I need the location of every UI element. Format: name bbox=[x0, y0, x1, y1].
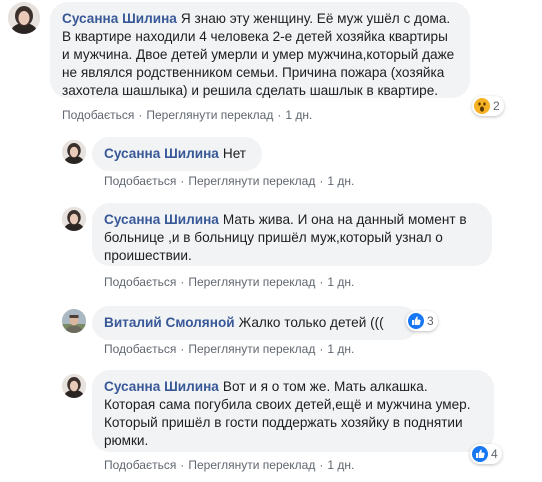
like-link[interactable]: Подобається bbox=[62, 108, 134, 122]
separator-dot: · bbox=[319, 458, 324, 472]
comment-bubble: Сусанна Шилина Я знаю эту женщину. Её муж… bbox=[50, 2, 470, 98]
timestamp[interactable]: 1 дн. bbox=[327, 342, 354, 356]
translate-link[interactable]: Переглянути переклад bbox=[188, 342, 315, 356]
translate-link[interactable]: Переглянути переклад bbox=[188, 458, 315, 472]
avatar[interactable] bbox=[62, 309, 86, 333]
separator-dot: · bbox=[180, 458, 185, 472]
reaction-count: 3 bbox=[427, 314, 434, 328]
separator-dot: · bbox=[138, 108, 143, 122]
comment-author[interactable]: Виталий Смоляной bbox=[104, 315, 235, 330]
comment-bubble: Виталий Смоляной Жалко только детей ((( bbox=[92, 306, 418, 340]
reaction-count: 2 bbox=[493, 99, 500, 113]
reaction-count: 4 bbox=[491, 447, 498, 461]
avatar[interactable] bbox=[62, 374, 86, 398]
comment-bubble: Сусанна Шилина Мать жива. И она на данный… bbox=[92, 203, 492, 266]
separator-dot: · bbox=[319, 174, 324, 188]
reaction-badge[interactable]: 3 bbox=[406, 311, 438, 331]
comment-actions: Подобається · Переглянути переклад · 1 дн. bbox=[104, 342, 354, 356]
separator-dot: · bbox=[319, 275, 324, 289]
comment-text: Нет bbox=[222, 146, 247, 161]
like-link[interactable]: Подобається bbox=[104, 275, 176, 289]
comment-author[interactable]: Сусанна Шилина bbox=[104, 146, 219, 161]
comment-actions: Подобається · Переглянути переклад · 1 дн. bbox=[104, 174, 354, 188]
like-link[interactable]: Подобається bbox=[104, 174, 176, 188]
separator-dot: · bbox=[180, 275, 185, 289]
separator-dot: · bbox=[277, 108, 282, 122]
separator-dot: · bbox=[319, 342, 324, 356]
reaction-badge[interactable]: 4 bbox=[470, 444, 502, 464]
comment-text: Жалко только детей ((( bbox=[238, 315, 384, 330]
comment-bubble: Сусанна Шилина Вот и я о том же. Мать алк… bbox=[92, 370, 494, 452]
timestamp[interactable]: 1 дн. bbox=[327, 174, 354, 188]
separator-dot: · bbox=[180, 174, 185, 188]
comment-actions: Подобається · Переглянути переклад · 1 дн. bbox=[104, 275, 354, 289]
like-link[interactable]: Подобається bbox=[104, 458, 176, 472]
like-icon bbox=[472, 446, 488, 462]
timestamp[interactable]: 1 дн. bbox=[327, 458, 354, 472]
reaction-badge[interactable]: 2 bbox=[472, 96, 504, 116]
separator-dot: · bbox=[180, 342, 185, 356]
avatar[interactable] bbox=[62, 140, 86, 164]
comment-author[interactable]: Сусанна Шилина bbox=[104, 379, 219, 394]
translate-link[interactable]: Переглянути переклад bbox=[146, 108, 273, 122]
comment-author[interactable]: Сусанна Шилина bbox=[104, 212, 219, 227]
avatar[interactable] bbox=[62, 207, 86, 231]
like-icon bbox=[408, 313, 424, 329]
comment-actions: Подобається · Переглянути переклад · 1 дн. bbox=[62, 108, 312, 122]
wow-icon bbox=[474, 98, 490, 114]
timestamp[interactable]: 1 дн. bbox=[285, 108, 312, 122]
translate-link[interactable]: Переглянути переклад bbox=[188, 275, 315, 289]
translate-link[interactable]: Переглянути переклад bbox=[188, 174, 315, 188]
comment-author[interactable]: Сусанна Шилина bbox=[62, 11, 177, 26]
like-link[interactable]: Подобається bbox=[104, 342, 176, 356]
avatar[interactable] bbox=[8, 2, 40, 34]
comment-bubble: Сусанна Шилина Нет bbox=[92, 137, 262, 171]
timestamp[interactable]: 1 дн. bbox=[327, 275, 354, 289]
comment-actions: Подобається · Переглянути переклад · 1 дн. bbox=[104, 458, 354, 472]
